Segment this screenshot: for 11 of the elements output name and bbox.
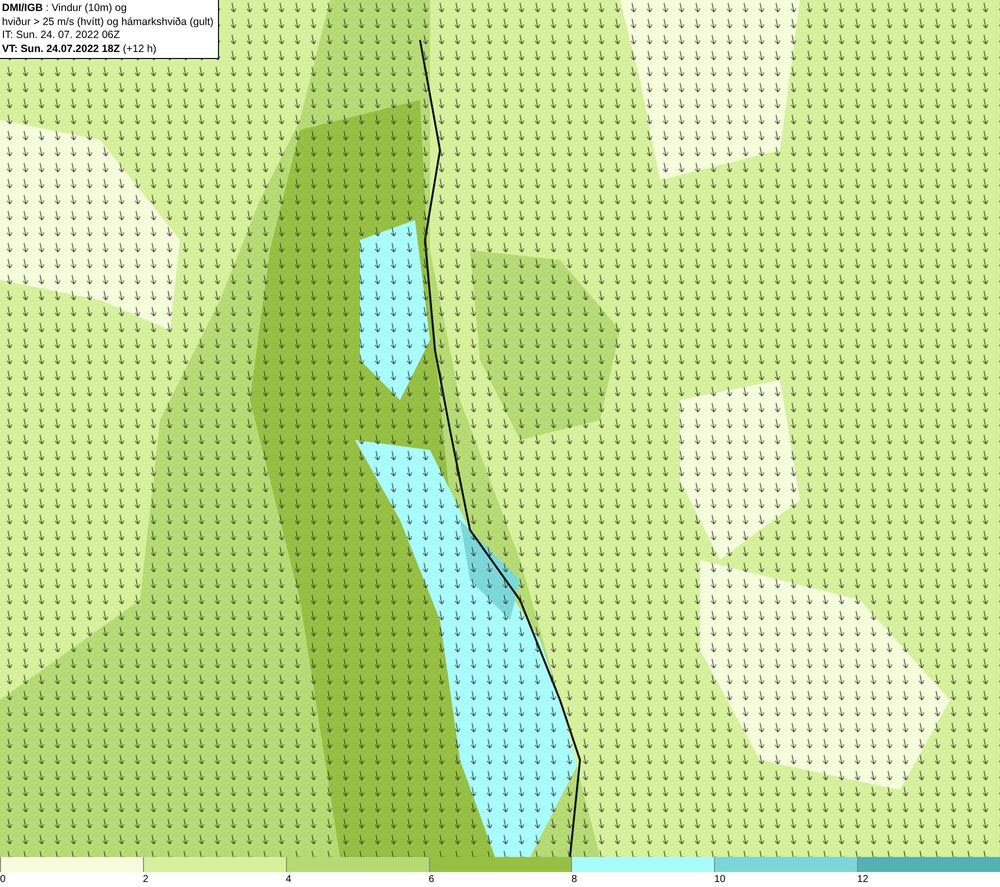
legend-label: 10: [714, 873, 726, 887]
legend-label: 12: [857, 873, 870, 887]
legend-label: 0: [0, 873, 7, 887]
legend-label: 6: [428, 873, 436, 887]
legend-label: 2: [142, 873, 150, 887]
title-line: VT: Sun. 24.07.2022 18Z (+12 h): [2, 42, 158, 56]
title-line: hviður > 25 m/s (hvítt) og hámarkshviða (gult): [2, 16, 214, 29]
legend-label: 8: [571, 873, 578, 887]
title-line: IT: Sun. 24. 07. 2022 06Z: [2, 29, 121, 42]
legend-label: 4: [286, 873, 292, 887]
title-line: DMI/IGB : Vindur (10m) og: [2, 2, 128, 16]
